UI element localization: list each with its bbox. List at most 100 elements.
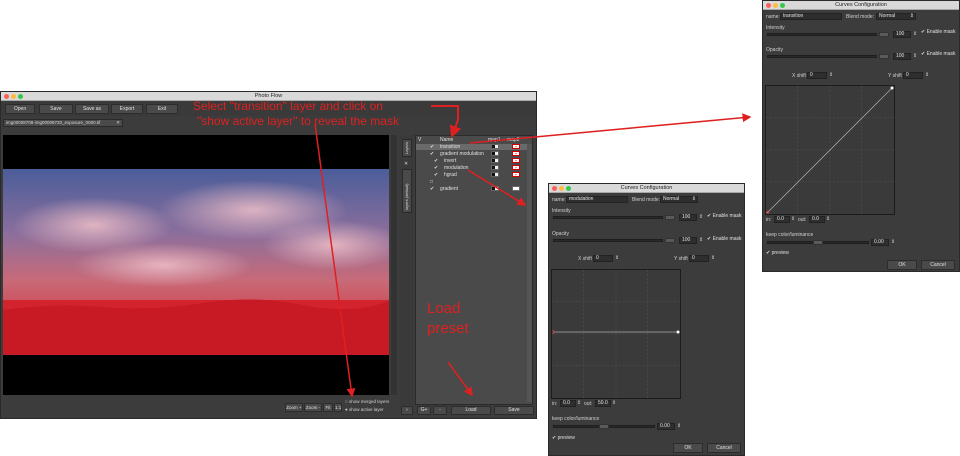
stepper-icon[interactable]: ⇕ — [891, 239, 895, 245]
open-button[interactable]: Open — [5, 104, 35, 114]
keep-color-knob[interactable] — [813, 240, 823, 245]
export-button[interactable]: Export — [111, 104, 143, 114]
fit-button[interactable]: Fit — [323, 403, 333, 412]
preview-checkbox[interactable]: ✔ preview — [766, 250, 789, 256]
layer-row[interactable]: ✔ gradient — [416, 186, 532, 192]
close-window-icon[interactable] — [766, 3, 771, 8]
in-field[interactable]: 0.0 — [774, 216, 790, 223]
load-preset-button[interactable]: Load — [451, 406, 491, 415]
visible-check-icon[interactable]: ✔ — [430, 186, 434, 192]
layer-row[interactable]: ✔ transition ⌐ — [416, 144, 532, 150]
layer-map2-thumb[interactable] — [512, 186, 520, 191]
layers-scrollbar[interactable] — [527, 144, 532, 402]
enable-mask-checkbox[interactable]: ✔ Enable mask — [921, 51, 956, 57]
stepper-icon[interactable]: ⇕ — [913, 31, 917, 37]
stepper-icon[interactable]: ⇕ — [711, 255, 715, 261]
curve-graph[interactable] — [551, 269, 681, 399]
minimize-window-icon[interactable] — [559, 186, 564, 191]
tab-layers[interactable]: Layers — [402, 139, 412, 157]
stepper-icon[interactable]: ⇕ — [699, 237, 703, 243]
preview-checkbox[interactable]: ✔ preview — [552, 435, 575, 441]
visible-check-icon[interactable]: ✔ — [434, 172, 438, 178]
save-as-button[interactable]: Save as — [75, 104, 109, 114]
intensity-value-field[interactable]: 100 — [679, 214, 697, 221]
stepper-icon[interactable]: ⇕ — [699, 214, 703, 220]
zoom-window-icon[interactable] — [780, 3, 785, 8]
viewport-scrollbar[interactable] — [391, 135, 397, 395]
intensity-value-field[interactable]: 100 — [893, 31, 911, 38]
name-field[interactable]: modulation — [566, 196, 628, 203]
enable-mask-checkbox[interactable]: ✔ Enable mask — [707, 236, 742, 242]
stepper-icon[interactable]: ⇕ — [615, 255, 619, 261]
x-shift-field[interactable]: 0 — [593, 255, 613, 262]
image-tab[interactable]: img00008708-img00008720_exposure_0000.ti… — [3, 119, 123, 127]
intensity-slider[interactable] — [767, 33, 877, 36]
show-merged-radio[interactable]: ○ show merged layers — [345, 399, 389, 404]
opacity-value-field[interactable]: 100 — [893, 53, 911, 60]
layer-map2-thumb[interactable]: ⌐ — [512, 165, 520, 170]
zoom-in-button[interactable]: Zoom + — [285, 403, 303, 412]
image-viewport[interactable] — [3, 135, 389, 395]
out-field[interactable]: 50.0 — [595, 400, 611, 407]
opacity-knob[interactable] — [665, 238, 675, 243]
zoom-window-icon[interactable] — [18, 94, 23, 99]
layer-map1-thumb[interactable] — [491, 165, 499, 170]
visible-check-icon[interactable]: ✔ — [434, 158, 438, 164]
layer-map1-thumb[interactable] — [491, 158, 499, 163]
enable-mask-checkbox[interactable]: ✔ Enable mask — [707, 213, 742, 219]
opacity-slider[interactable] — [767, 55, 877, 58]
y-shift-field[interactable]: 0 — [689, 255, 709, 262]
exit-button[interactable]: Exit — [146, 104, 178, 114]
opacity-knob[interactable] — [879, 54, 889, 59]
tab-layers-default[interactable]: layers (default) — [402, 169, 412, 213]
layer-map1-thumb[interactable] — [491, 172, 499, 177]
x-shift-field[interactable]: 0 — [807, 72, 827, 79]
y-shift-field[interactable]: 0 — [903, 72, 923, 79]
close-tab-icon[interactable]: ✕ — [404, 161, 408, 167]
layer-row[interactable]: ✔ modulation ⌐ — [416, 165, 532, 171]
save-preset-button[interactable]: Save — [494, 406, 534, 415]
layer-map2-thumb[interactable]: ⌐ — [512, 158, 520, 163]
add-layer-button[interactable]: G+ — [417, 406, 431, 415]
show-active-radio[interactable]: ● show active layer — [345, 407, 383, 412]
visible-check-icon[interactable]: ✔ — [430, 144, 434, 150]
ok-button[interactable]: OK — [887, 260, 917, 270]
stepper-icon[interactable]: ⇕ — [612, 400, 616, 406]
layer-map1-thumb[interactable] — [491, 151, 499, 156]
stepper-icon[interactable]: ⇕ — [677, 423, 681, 429]
visible-check-icon[interactable]: ✔ — [430, 151, 434, 157]
cancel-button[interactable]: Cancel — [707, 443, 741, 453]
save-button[interactable]: Save — [39, 104, 73, 114]
layer-row[interactable]: ✔ invert ⌐ — [416, 158, 532, 164]
close-window-icon[interactable] — [552, 186, 557, 191]
stepper-icon[interactable]: ⇕ — [913, 53, 917, 59]
layer-row[interactable]: □ — [416, 179, 532, 185]
layer-row[interactable]: ✔ gradient modulation ⌐ — [416, 151, 532, 157]
blend-mode-select[interactable]: Normal ⇕ — [876, 13, 916, 20]
layer-map2-thumb[interactable]: ⌐ — [512, 151, 520, 156]
intensity-knob[interactable] — [879, 32, 889, 37]
layer-map2-thumb[interactable]: ⌐ — [512, 172, 520, 177]
cancel-button[interactable]: Cancel — [921, 260, 955, 270]
stepper-icon[interactable]: ⇕ — [829, 72, 833, 78]
layer-map2-thumb[interactable]: ⌐ — [512, 144, 520, 149]
visible-check-icon[interactable]: □ — [430, 179, 433, 185]
enable-mask-checkbox[interactable]: ✔ Enable mask — [921, 29, 956, 35]
layer-map1-thumb[interactable] — [491, 186, 499, 191]
ok-button[interactable]: OK — [673, 443, 703, 453]
opacity-slider[interactable] — [553, 239, 663, 242]
keep-color-value[interactable]: 0.00 — [657, 423, 675, 430]
layer-row[interactable]: ✔ hgrad ⌐ — [416, 172, 532, 178]
expand-button[interactable]: › — [401, 406, 413, 415]
keep-color-value[interactable]: 0.00 — [871, 239, 889, 246]
visible-check-icon[interactable]: ✔ — [434, 165, 438, 171]
curve-graph[interactable] — [765, 85, 895, 215]
intensity-slider[interactable] — [553, 216, 663, 219]
opacity-value-field[interactable]: 100 — [679, 237, 697, 244]
stepper-icon[interactable]: ⇕ — [791, 216, 795, 222]
close-window-icon[interactable] — [4, 94, 9, 99]
name-field[interactable]: transition — [780, 13, 842, 20]
keep-color-knob[interactable] — [599, 424, 609, 429]
layer-map1-thumb[interactable] — [491, 144, 499, 149]
intensity-knob[interactable] — [665, 215, 675, 220]
